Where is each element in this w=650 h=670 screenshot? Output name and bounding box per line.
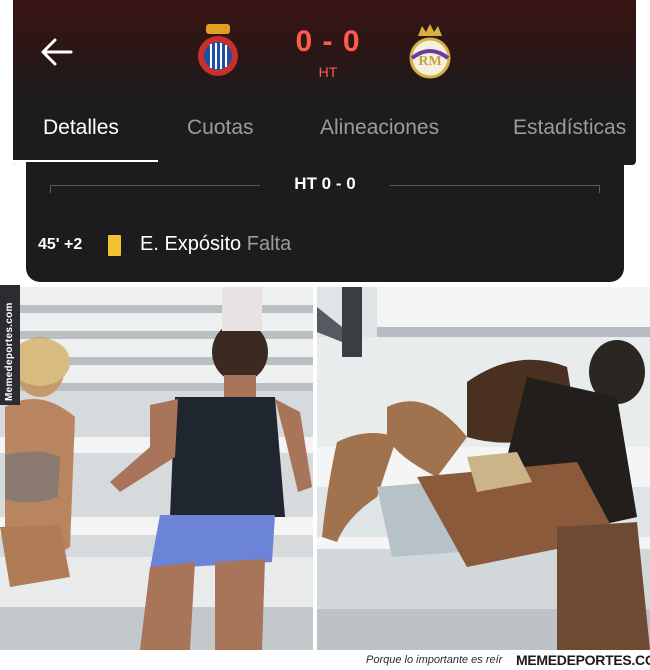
tab-bar: Detalles Cuotas Alineaciones Estadística…: [13, 112, 636, 165]
tab-estadisticas[interactable]: Estadísticas: [513, 116, 626, 140]
tab-detalles[interactable]: Detalles: [43, 116, 119, 140]
tab-alineaciones[interactable]: Alineaciones: [320, 116, 439, 140]
divider-tick: [50, 185, 51, 193]
event-player: E. Expósito: [140, 233, 242, 255]
match-header: 0 - 0 HT RM Detalles Cuotas Alineaciones…: [13, 0, 636, 165]
footer-tagline: Porque lo importante es reír: [366, 654, 503, 666]
divider-line: [390, 185, 600, 186]
espanyol-crest-icon[interactable]: [196, 22, 240, 80]
match-score: 0 - 0: [295, 25, 361, 58]
divider-tick: [599, 185, 600, 193]
side-watermark: Memedeportes.com: [0, 285, 20, 405]
arrow-left-icon: [41, 38, 73, 66]
events-panel: HT 0 - 0 45' +2 E. Expósito Falta: [26, 162, 624, 282]
event-minute: 45' +2: [38, 236, 83, 253]
photo-right: [317, 287, 650, 650]
side-watermark-text: Memedeportes.com: [4, 302, 15, 401]
real-madrid-crest-icon[interactable]: RM: [408, 22, 452, 80]
back-button[interactable]: [39, 36, 75, 68]
halftime-divider-label: HT 0 - 0: [294, 174, 356, 193]
divider-line: [50, 185, 260, 186]
yellow-card-icon: [108, 235, 121, 256]
footer-brand[interactable]: MEMEDEPORTES.COM: [516, 652, 650, 668]
match-period: HT: [318, 64, 338, 80]
svg-text:RM: RM: [418, 54, 441, 69]
photo-left: [0, 287, 313, 650]
tab-cuotas[interactable]: Cuotas: [187, 116, 254, 140]
event-description: E. Expósito Falta: [140, 233, 291, 256]
event-type: Falta: [246, 233, 292, 255]
footer-watermark: Porque lo importante es reír MEMEDEPORTE…: [0, 650, 650, 670]
